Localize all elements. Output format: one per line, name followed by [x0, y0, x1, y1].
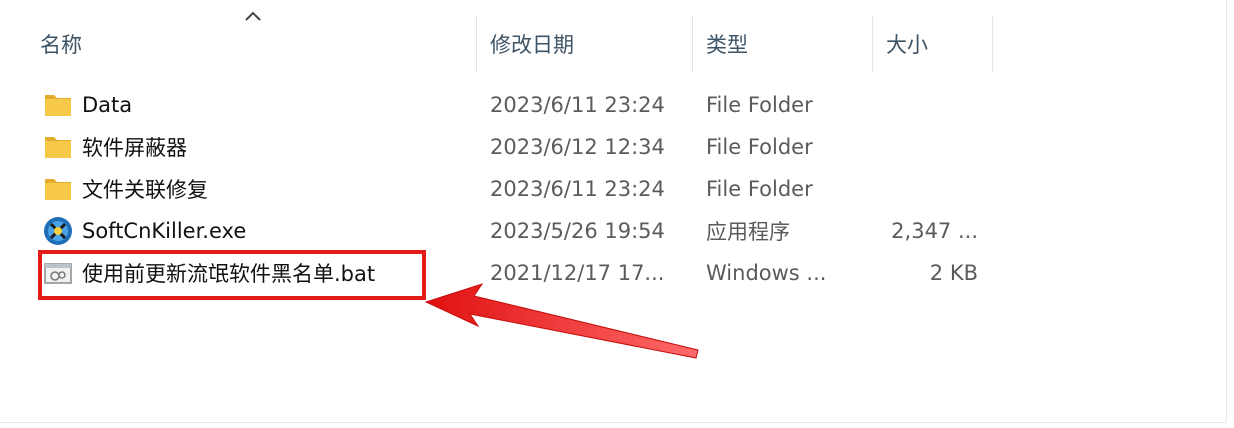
file-row[interactable]: 软件屏蔽器 2023/6/12 12:34 File Folder: [0, 126, 1000, 168]
folder-icon: [45, 95, 71, 116]
file-name: Data: [82, 93, 133, 117]
column-resize-handle[interactable]: [692, 16, 693, 72]
file-type: 应用程序: [706, 220, 790, 244]
file-type: File Folder: [706, 177, 813, 201]
column-header-name[interactable]: 名称: [40, 16, 476, 72]
file-size: 2,347 ...: [891, 219, 978, 243]
column-header-bar: 名称 修改日期 类型 大小: [0, 11, 1000, 72]
file-date: 2023/5/26 19:54: [490, 219, 665, 243]
file-name: SoftCnKiller.exe: [82, 219, 247, 243]
column-header-date-label: 修改日期: [490, 33, 574, 57]
file-row[interactable]: 文件关联修复 2023/6/11 23:24 File Folder: [0, 168, 1000, 210]
column-header-date[interactable]: 修改日期: [490, 16, 690, 72]
column-header-size[interactable]: 大小: [886, 16, 992, 72]
file-name: 软件屏蔽器: [82, 136, 187, 160]
file-type: Windows ...: [706, 261, 827, 285]
file-size: [880, 84, 1000, 126]
file-type: File Folder: [706, 135, 813, 159]
file-name: 文件关联修复: [82, 178, 208, 202]
column-header-type-label: 类型: [706, 33, 748, 57]
highlight-box: [38, 250, 426, 300]
folder-icon: [45, 179, 71, 200]
file-row[interactable]: Data 2023/6/11 23:24 File Folder: [0, 84, 1000, 126]
file-date: 2023/6/12 12:34: [490, 135, 665, 159]
annotation-arrow: [424, 283, 699, 359]
file-size: [880, 126, 1000, 168]
column-resize-handle[interactable]: [872, 16, 873, 72]
column-header-type[interactable]: 类型: [706, 16, 872, 72]
file-size: [880, 168, 1000, 210]
folder-icon: [45, 137, 71, 158]
file-size: 2 KB: [929, 261, 978, 285]
column-header-name-label: 名称: [40, 33, 82, 57]
file-row[interactable]: SoftCnKiller.exe 2023/5/26 19:54 应用程序 2,…: [0, 210, 1000, 252]
column-resize-handle[interactable]: [992, 16, 993, 72]
column-header-size-label: 大小: [886, 33, 928, 57]
app-exe-icon: [44, 217, 72, 245]
file-type: File Folder: [706, 93, 813, 117]
file-date: 2023/6/11 23:24: [490, 93, 665, 117]
file-date: 2023/6/11 23:24: [490, 177, 665, 201]
column-resize-handle[interactable]: [476, 16, 477, 72]
